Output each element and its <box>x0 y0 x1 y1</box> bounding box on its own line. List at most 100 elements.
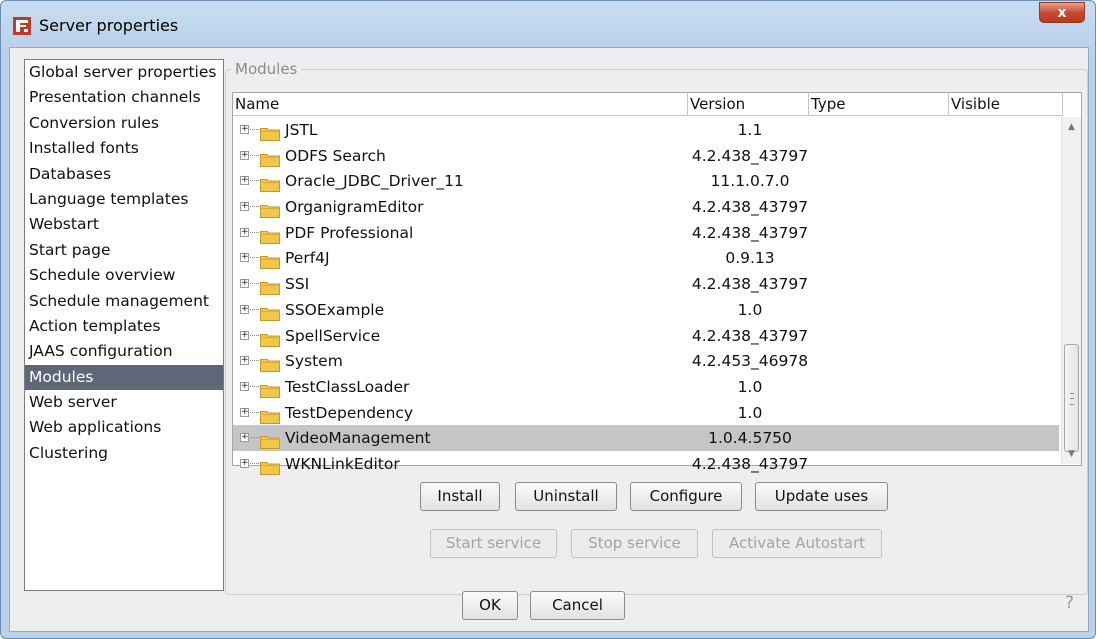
help-icon[interactable]: ? <box>1065 593 1074 613</box>
table-row[interactable]: + Oracle_JDBC_Driver_11 11.1.0.7.0 <box>233 168 1059 194</box>
table-header: Name Version Type Visible <box>233 93 1081 117</box>
module-name: ODFS Search <box>285 146 386 165</box>
module-name: SSI <box>285 275 310 294</box>
vertical-scrollbar[interactable]: ▲ ▼ <box>1061 117 1081 464</box>
dialog-body: Global server properties Presentation cha… <box>9 47 1089 632</box>
configure-button[interactable]: Configure <box>630 482 742 511</box>
start-service-button[interactable]: Start service <box>430 529 557 558</box>
ok-button[interactable]: OK <box>462 591 518 620</box>
scroll-thumb[interactable] <box>1064 344 1079 452</box>
table-row[interactable]: + System 4.2.453_46978 <box>233 348 1059 374</box>
folder-icon <box>260 123 280 141</box>
sidebar-item-clustering[interactable]: Clustering <box>25 441 223 466</box>
sidebar-item-conversion-rules[interactable]: Conversion rules <box>25 111 223 136</box>
table-row[interactable]: + PDF Professional 4.2.438_43797 <box>233 220 1059 246</box>
stop-service-button[interactable]: Stop service <box>571 529 698 558</box>
cancel-button[interactable]: Cancel <box>530 591 625 620</box>
folder-icon <box>260 303 280 321</box>
sidebar-item-webstart[interactable]: Webstart <box>25 212 223 237</box>
sidebar-item-start-page[interactable]: Start page <box>25 238 223 263</box>
module-version: 4.2.438_43797 <box>691 146 809 165</box>
module-name: Perf4J <box>285 249 330 268</box>
scroll-down-arrow-icon[interactable]: ▼ <box>1062 444 1081 464</box>
expand-icon[interactable]: + <box>240 381 249 391</box>
module-name: SpellService <box>285 326 381 345</box>
tree-connector <box>250 257 259 259</box>
tree-connector <box>250 283 259 285</box>
folder-icon <box>260 226 280 244</box>
folder-icon <box>260 251 280 270</box>
module-version: 1.1 <box>737 121 763 139</box>
module-version: 4.2.438_43797 <box>691 198 809 217</box>
sidebar-item-action-templates[interactable]: Action templates <box>25 314 223 339</box>
update-uses-button[interactable]: Update uses <box>755 482 888 511</box>
tree-connector <box>250 462 259 464</box>
tree-connector <box>250 308 259 310</box>
table-row[interactable]: + SSI 4.2.438_43797 <box>233 271 1059 297</box>
sidebar-item-schedule-management[interactable]: Schedule management <box>25 289 223 314</box>
folder-icon <box>260 149 280 167</box>
install-button[interactable]: Install <box>420 482 500 511</box>
sidebar-item-modules[interactable]: Modules <box>25 364 223 391</box>
table-row[interactable]: + TestClassLoader 1.0 <box>233 374 1059 400</box>
tree-connector <box>250 385 259 387</box>
column-header-type[interactable]: Type <box>809 93 949 116</box>
table-row[interactable]: + JSTL 1.1 <box>233 117 1059 143</box>
table-row[interactable]: + VideoManagement 1.0.4.5750 <box>233 425 1059 451</box>
expand-icon[interactable]: + <box>240 253 249 263</box>
expand-icon[interactable]: + <box>240 304 249 314</box>
close-button[interactable]: x <box>1039 2 1085 23</box>
app-icon <box>13 17 31 35</box>
module-version: 4.2.438_43797 <box>691 275 809 294</box>
tree-connector <box>250 411 259 413</box>
server-properties-window: Server properties x Global server proper… <box>0 0 1096 639</box>
expand-icon[interactable]: + <box>240 227 249 237</box>
folder-icon <box>260 277 280 296</box>
sidebar-item-web-applications[interactable]: Web applications <box>25 415 223 440</box>
column-header-version[interactable]: Version <box>688 93 809 116</box>
sidebar-item-global-server-properties[interactable]: Global server properties <box>25 60 223 85</box>
table-row[interactable]: + SpellService 4.2.438_43797 <box>233 323 1059 349</box>
module-name: TestDependency <box>285 403 414 422</box>
expand-icon[interactable]: + <box>240 458 249 468</box>
folder-icon <box>260 431 280 450</box>
table-row[interactable]: + ODFS Search 4.2.438_43797 <box>233 143 1059 169</box>
expand-icon[interactable]: + <box>240 279 249 289</box>
scroll-up-arrow-icon[interactable]: ▲ <box>1062 117 1081 137</box>
tree-connector <box>250 231 259 233</box>
sidebar-item-installed-fonts[interactable]: Installed fonts <box>25 136 223 161</box>
sidebar-item-language-templates[interactable]: Language templates <box>25 187 223 212</box>
activate-autostart-button[interactable]: Activate Autostart <box>712 529 882 558</box>
table-row[interactable]: + Perf4J 0.9.13 <box>233 245 1059 271</box>
column-header-name[interactable]: Name <box>233 93 688 116</box>
sidebar-item-schedule-overview[interactable]: Schedule overview <box>25 263 223 288</box>
expand-icon[interactable]: + <box>240 407 249 417</box>
module-version: 11.1.0.7.0 <box>710 172 790 191</box>
folder-icon <box>260 380 280 398</box>
table-row[interactable]: + WKNLinkEditor 4.2.438_43797 <box>233 451 1059 477</box>
sidebar-list: Global server properties Presentation cha… <box>24 59 224 591</box>
folder-icon <box>260 457 280 475</box>
sidebar-item-presentation-channels[interactable]: Presentation channels <box>25 85 223 110</box>
module-version: 1.0.4.5750 <box>708 429 792 448</box>
title-bar: Server properties x <box>1 1 1095 47</box>
table-row[interactable]: + OrganigramEditor 4.2.438_43797 <box>233 194 1059 220</box>
module-name: OrganigramEditor <box>285 198 424 217</box>
module-version: 1.0 <box>737 377 763 396</box>
tree-connector <box>250 206 259 208</box>
uninstall-button[interactable]: Uninstall <box>515 482 617 511</box>
tree-connector <box>250 180 259 182</box>
sidebar-item-jaas-configuration[interactable]: JAAS configuration <box>25 339 223 364</box>
expand-icon[interactable]: + <box>240 433 249 443</box>
expand-icon[interactable]: + <box>240 330 249 340</box>
table-row[interactable]: + SSOExample 1.0 <box>233 297 1059 323</box>
sidebar-item-databases[interactable]: Databases <box>25 162 223 187</box>
expand-icon[interactable]: + <box>240 150 249 160</box>
expand-icon[interactable]: + <box>240 356 249 366</box>
column-header-visible[interactable]: Visible <box>949 93 1063 116</box>
sidebar-item-web-server[interactable]: Web server <box>25 390 223 415</box>
expand-icon[interactable]: + <box>240 125 249 134</box>
table-row[interactable]: + TestDependency 1.0 <box>233 400 1059 426</box>
expand-icon[interactable]: + <box>240 202 249 212</box>
expand-icon[interactable]: + <box>240 176 249 186</box>
